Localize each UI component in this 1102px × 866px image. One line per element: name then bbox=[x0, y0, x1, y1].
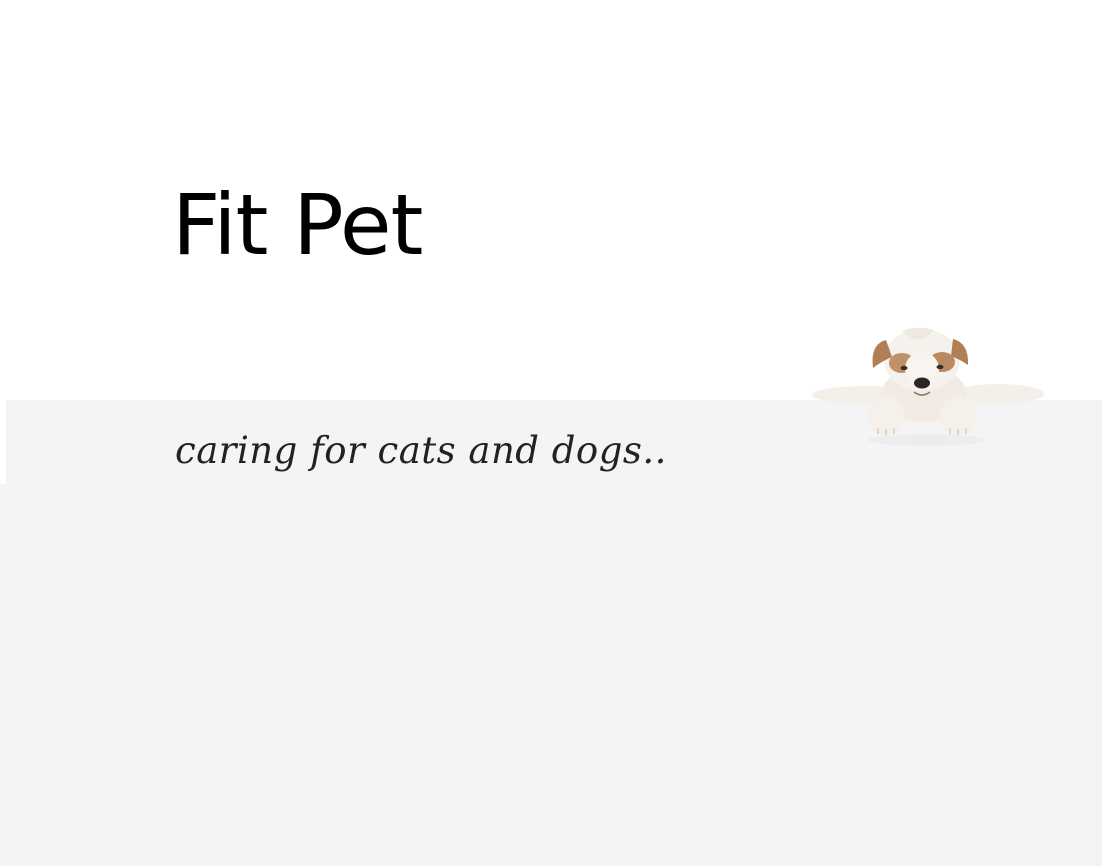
site-tagline: caring for cats and dogs.. bbox=[175, 429, 667, 472]
page: Fit Pet caring for cats and dogs.. bbox=[0, 0, 1102, 866]
puppy-image bbox=[812, 327, 1044, 446]
content-area bbox=[0, 484, 1102, 866]
site-title: Fit Pet bbox=[172, 176, 423, 274]
